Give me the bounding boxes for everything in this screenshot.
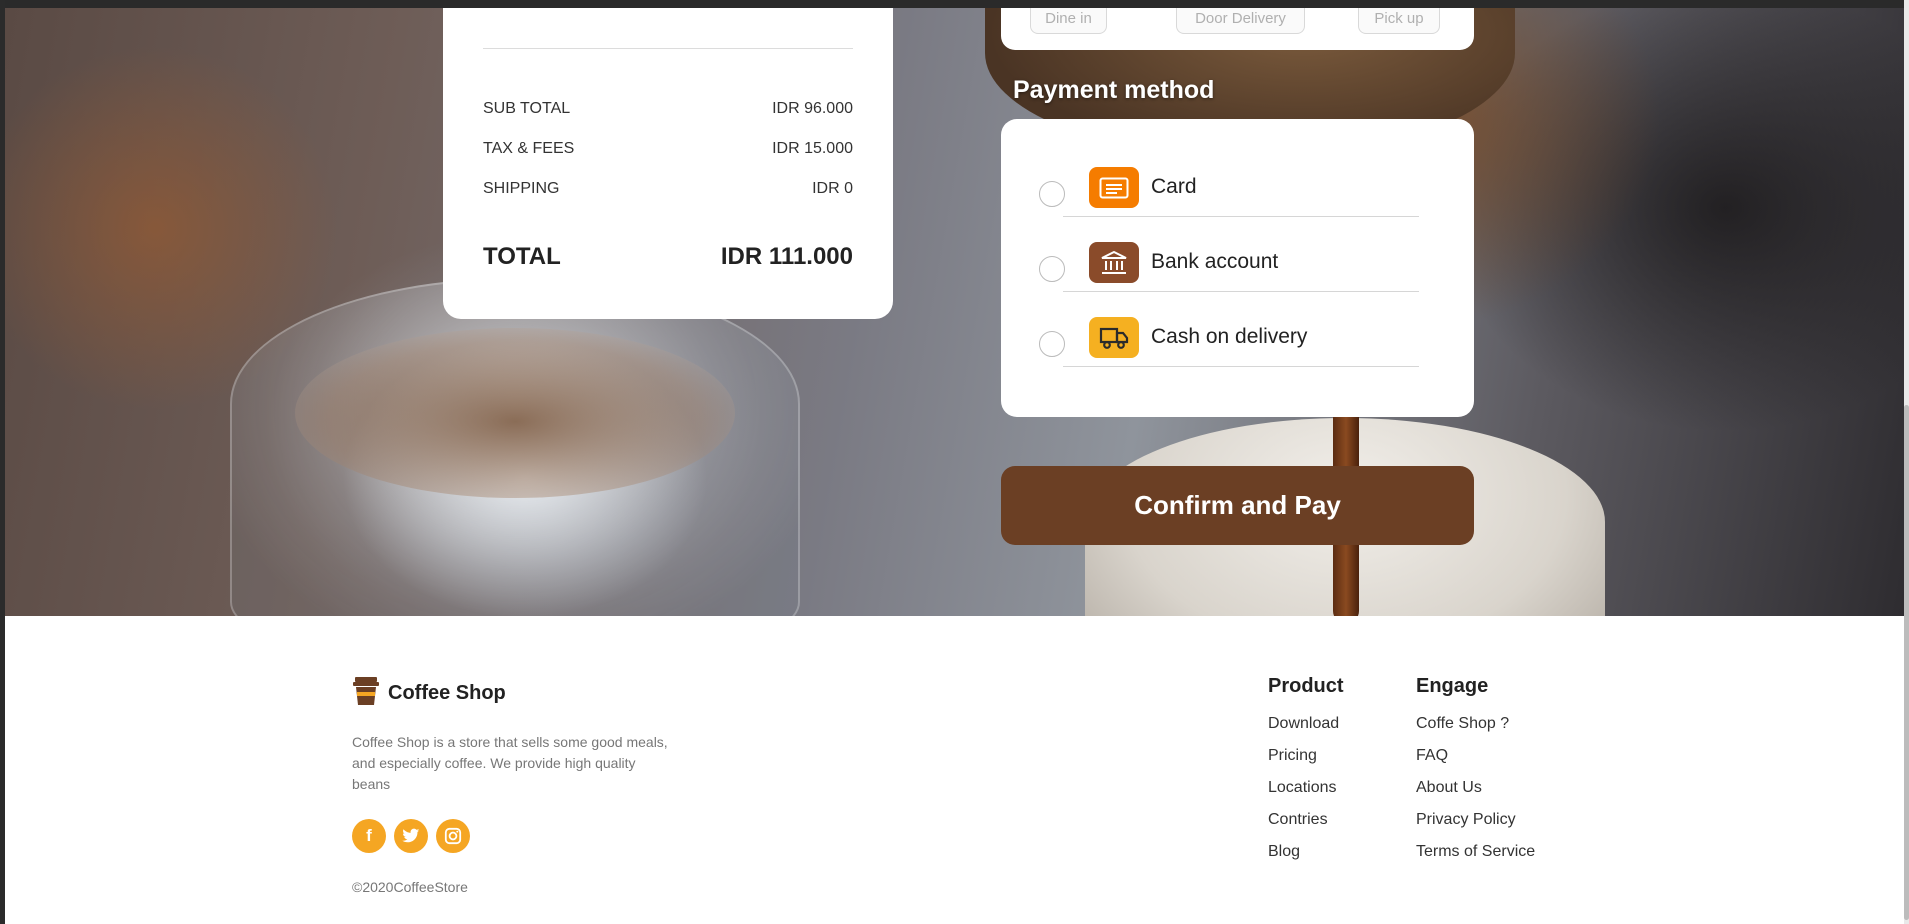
footer-link-download[interactable]: Download bbox=[1268, 708, 1344, 740]
footer-link-terms-of-service[interactable]: Terms of Service bbox=[1416, 836, 1535, 868]
instagram-icon[interactable] bbox=[436, 819, 470, 853]
shipping-value: IDR 0 bbox=[812, 180, 853, 197]
twitter-icon[interactable] bbox=[394, 819, 428, 853]
coffee-cup-logo-icon bbox=[352, 675, 380, 712]
summary-divider bbox=[483, 48, 853, 49]
footer-product-column: Product Download Pricing Locations Contr… bbox=[1268, 675, 1344, 868]
total-label: TOTAL bbox=[483, 243, 561, 270]
product-column-title: Product bbox=[1268, 675, 1344, 697]
subtotal-row: SUB TOTAL IDR 96.000 bbox=[483, 100, 853, 118]
copyright-text: ©2020CoffeeStore bbox=[352, 879, 468, 895]
dine-in-option[interactable]: Dine in bbox=[1030, 8, 1107, 34]
footer-link-contries[interactable]: Contries bbox=[1268, 804, 1344, 836]
social-links: f bbox=[352, 819, 470, 853]
footer-link-pricing[interactable]: Pricing bbox=[1268, 740, 1344, 772]
payment-method-title: Payment method bbox=[1013, 76, 1215, 104]
order-summary-card: SUB TOTAL IDR 96.000 TAX & FEES IDR 15.0… bbox=[443, 8, 893, 319]
cash-label: Cash on delivery bbox=[1151, 325, 1308, 348]
payment-option-bank[interactable]: Bank account bbox=[1039, 242, 1419, 292]
subtotal-label: SUB TOTAL bbox=[483, 100, 571, 117]
truck-icon bbox=[1089, 317, 1139, 358]
payment-method-card: Card Bank account Cash on delivery bbox=[1001, 119, 1474, 417]
footer-brand[interactable]: Coffee Shop bbox=[352, 675, 506, 712]
total-row: TOTAL IDR 111.000 bbox=[483, 243, 853, 271]
tax-fees-row: TAX & FEES IDR 15.000 bbox=[483, 140, 853, 158]
footer-about-text: Coffee Shop is a store that sells some g… bbox=[352, 734, 668, 792]
tax-fees-label: TAX & FEES bbox=[483, 140, 575, 157]
tax-fees-value: IDR 15.000 bbox=[772, 140, 853, 157]
page-scrollbar-thumb[interactable] bbox=[1904, 405, 1909, 920]
footer-brand-name: Coffee Shop bbox=[388, 682, 506, 704]
footer-link-locations[interactable]: Locations bbox=[1268, 772, 1344, 804]
footer: Coffee Shop Coffee Shop is a store that … bbox=[5, 616, 1904, 924]
facebook-icon[interactable]: f bbox=[352, 819, 386, 853]
bank-icon bbox=[1089, 242, 1139, 283]
footer-link-blog[interactable]: Blog bbox=[1268, 836, 1344, 868]
footer-link-about-us[interactable]: About Us bbox=[1416, 772, 1535, 804]
shipping-row: SHIPPING IDR 0 bbox=[483, 180, 853, 198]
confirm-and-pay-button[interactable]: Confirm and Pay bbox=[1001, 466, 1474, 545]
door-delivery-option[interactable]: Door Delivery bbox=[1176, 8, 1305, 34]
engage-column-title: Engage bbox=[1416, 675, 1489, 697]
card-radio[interactable] bbox=[1039, 181, 1065, 207]
footer-engage-column: Engage Coffe Shop ? FAQ About Us Privacy… bbox=[1416, 675, 1535, 868]
pick-up-option[interactable]: Pick up bbox=[1358, 8, 1440, 34]
hero-background bbox=[5, 8, 1904, 616]
payment-divider bbox=[1063, 216, 1419, 217]
payment-divider bbox=[1063, 366, 1419, 367]
card-label: Card bbox=[1151, 175, 1197, 198]
payment-divider bbox=[1063, 291, 1419, 292]
delivery-options-card: Dine in Door Delivery Pick up bbox=[1001, 8, 1474, 50]
payment-option-cash[interactable]: Cash on delivery bbox=[1039, 317, 1419, 367]
footer-link-privacy-policy[interactable]: Privacy Policy bbox=[1416, 804, 1535, 836]
total-value: IDR 111.000 bbox=[720, 243, 853, 270]
bank-radio[interactable] bbox=[1039, 256, 1065, 282]
payment-option-card[interactable]: Card bbox=[1039, 167, 1419, 217]
glass-coffee-image bbox=[295, 328, 735, 498]
browser-top-edge bbox=[0, 0, 1909, 8]
subtotal-value: IDR 96.000 bbox=[772, 100, 853, 117]
footer-link-coffe-shop[interactable]: Coffe Shop ? bbox=[1416, 708, 1535, 740]
cash-radio[interactable] bbox=[1039, 331, 1065, 357]
bank-label: Bank account bbox=[1151, 250, 1279, 273]
footer-link-faq[interactable]: FAQ bbox=[1416, 740, 1535, 772]
card-icon bbox=[1089, 167, 1139, 208]
shipping-label: SHIPPING bbox=[483, 180, 560, 197]
